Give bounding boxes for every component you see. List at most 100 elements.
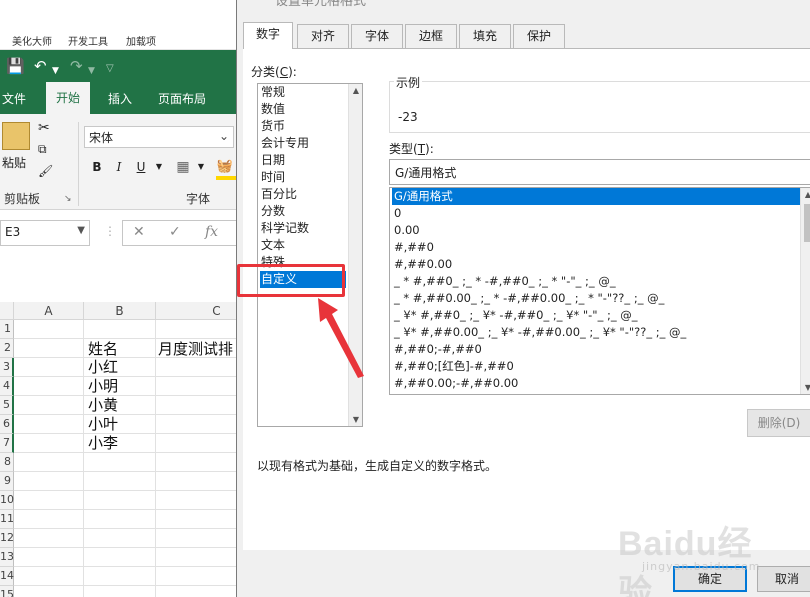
redo-dropdown-icon[interactable]: ▼ (88, 62, 95, 80)
ok-button[interactable]: 确定 (673, 566, 747, 592)
format-item[interactable]: #,##0;-#,##0 (392, 341, 809, 358)
copy-icon[interactable]: ⧉ (38, 142, 47, 157)
format-item[interactable]: 0.00 (392, 222, 809, 239)
row-header[interactable]: 9 (0, 472, 14, 491)
format-item[interactable]: _ ¥* #,##0_ ;_ ¥* -#,##0_ ;_ ¥* "-"_ ;_ … (392, 307, 809, 324)
scroll-thumb[interactable] (804, 204, 810, 242)
format-item[interactable]: #,##0.00;-#,##0.00 (392, 375, 809, 392)
column-grid-line (155, 320, 156, 597)
row-header[interactable]: 1 (0, 320, 14, 339)
type-input[interactable]: G/通用格式 (389, 159, 810, 185)
category-item-text[interactable]: 文本 (260, 237, 346, 254)
row-header[interactable]: 10 (0, 491, 14, 510)
format-item[interactable]: _ * #,##0_ ;_ * -#,##0_ ;_ * "-"_ ;_ @_ (392, 273, 809, 290)
row-header[interactable]: 14 (0, 567, 14, 586)
spreadsheet-grid[interactable]: A B C 1 2 3 4 5 6 7 8 9 10 11 12 13 14 15 姓名 月度测试排 小红 … (0, 252, 238, 597)
paste-icon[interactable] (2, 122, 30, 150)
cut-icon[interactable]: ✂ (38, 120, 50, 136)
cancel-button[interactable]: 取消 (757, 566, 810, 592)
column-header-b[interactable]: B (84, 302, 156, 320)
scroll-up-icon[interactable]: ▲ (801, 190, 810, 199)
tab-border[interactable]: 边框 (405, 24, 457, 48)
row-header[interactable]: 13 (0, 548, 14, 567)
row-header[interactable]: 6 (0, 415, 14, 434)
italic-button[interactable]: I (110, 158, 128, 176)
underline-button[interactable]: U (132, 158, 150, 176)
category-item-time[interactable]: 时间 (260, 169, 346, 186)
format-item[interactable]: #,##0;[红色]-#,##0 (392, 358, 809, 375)
column-header-c[interactable]: C (156, 302, 238, 320)
format-painter-icon[interactable]: 🖌 (38, 164, 53, 178)
category-item-date[interactable]: 日期 (260, 152, 346, 169)
font-name-select[interactable]: 宋体 ⌄ (84, 126, 234, 148)
format-item[interactable]: G/通用格式 (392, 188, 809, 205)
cell-b6[interactable]: 小叶 (88, 415, 118, 434)
tab-font[interactable]: 字体 (351, 24, 403, 48)
name-box[interactable]: E3 ▼ (0, 220, 90, 246)
cell-b5[interactable]: 小黄 (88, 396, 118, 415)
clipboard-launcher-icon[interactable]: ↘ (64, 194, 72, 204)
addin-tab-meihua[interactable]: 美化大师 (12, 33, 52, 48)
addin-tab-developer[interactable]: 开发工具 (68, 33, 108, 48)
tab-alignment[interactable]: 对齐 (297, 24, 349, 48)
cell-c2[interactable]: 月度测试排 (158, 340, 233, 359)
tab-number[interactable]: 数字 (243, 22, 293, 49)
select-all-corner[interactable] (0, 302, 14, 320)
column-header-a[interactable]: A (14, 302, 84, 320)
row-header[interactable]: 12 (0, 529, 14, 548)
row-header[interactable]: 2 (0, 339, 14, 358)
format-item[interactable]: _ ¥* #,##0.00_ ;_ ¥* -#,##0.00_ ;_ ¥* "-… (392, 324, 809, 341)
format-item[interactable]: #,##0 (392, 239, 809, 256)
confirm-formula-icon[interactable]: ✓ (169, 224, 181, 240)
row-header[interactable]: 4 (0, 377, 14, 396)
row-header[interactable]: 3 (0, 358, 14, 377)
format-item[interactable]: _ * #,##0.00_ ;_ * -#,##0.00_ ;_ * "-"??… (392, 290, 809, 307)
row-grid-line (14, 433, 238, 434)
redo-icon[interactable]: ↷ (70, 57, 83, 75)
category-item-percentage[interactable]: 百分比 (260, 186, 346, 203)
row-header[interactable]: 15 (0, 586, 14, 597)
cancel-formula-icon[interactable]: ✕ (133, 224, 145, 240)
format-item[interactable]: 0 (392, 205, 809, 222)
category-item-general[interactable]: 常规 (260, 84, 346, 101)
row-header[interactable]: 11 (0, 510, 14, 529)
paste-button-label[interactable]: 粘贴 (2, 154, 26, 171)
tab-protection[interactable]: 保护 (513, 24, 565, 48)
undo-dropdown-icon[interactable]: ▼ (52, 62, 59, 80)
save-icon[interactable]: 💾 (6, 57, 25, 75)
tab-insert[interactable]: 插入 (108, 90, 132, 107)
tab-file[interactable]: 文件 (2, 90, 26, 107)
addin-tab-addins[interactable]: 加载项 (126, 33, 156, 48)
format-code-list[interactable]: G/通用格式 0 0.00 #,##0 #,##0.00 _ * #,##0_ … (389, 187, 810, 395)
category-item-currency[interactable]: 货币 (260, 118, 346, 135)
cell-b4[interactable]: 小明 (88, 377, 118, 396)
scroll-down-icon[interactable]: ▼ (801, 383, 810, 392)
scroll-down-icon[interactable]: ▼ (349, 415, 363, 424)
scroll-up-icon[interactable]: ▲ (349, 86, 363, 95)
bold-button[interactable]: B (88, 158, 106, 176)
underline-dropdown-icon[interactable]: ▼ (150, 158, 168, 176)
fill-color-icon[interactable]: 🧺 (216, 158, 234, 176)
format-item[interactable]: #,##0.00 (392, 256, 809, 273)
cell-b7[interactable]: 小李 (88, 434, 118, 453)
undo-icon[interactable]: ↶ (34, 57, 47, 75)
delete-button[interactable]: 删除(D) (747, 409, 810, 437)
cell-b3[interactable]: 小红 (88, 358, 118, 377)
tab-page-layout[interactable]: 页面布局 (158, 90, 206, 107)
customize-qat-icon[interactable]: ▽ (106, 60, 114, 78)
cell-b2[interactable]: 姓名 (88, 340, 118, 359)
border-dropdown-icon[interactable]: ▼ (192, 158, 210, 176)
insert-function-button[interactable]: fx (205, 224, 218, 240)
category-item-fraction[interactable]: 分数 (260, 203, 346, 220)
category-item-scientific[interactable]: 科学记数 (260, 220, 346, 237)
category-item-accounting[interactable]: 会计专用 (260, 135, 346, 152)
tab-fill[interactable]: 填充 (459, 24, 511, 48)
format-list-scrollbar[interactable]: ▲ ▼ (800, 188, 810, 394)
row-header[interactable]: 8 (0, 453, 14, 472)
row-header[interactable]: 5 (0, 396, 14, 415)
row-header[interactable]: 7 (0, 434, 14, 453)
category-item-number[interactable]: 数值 (260, 101, 346, 118)
addin-tab-strip: 美化大师 开发工具 加载项 (0, 28, 238, 50)
tab-home[interactable]: 开始 (46, 82, 91, 114)
border-icon[interactable]: ▦ (174, 158, 192, 176)
